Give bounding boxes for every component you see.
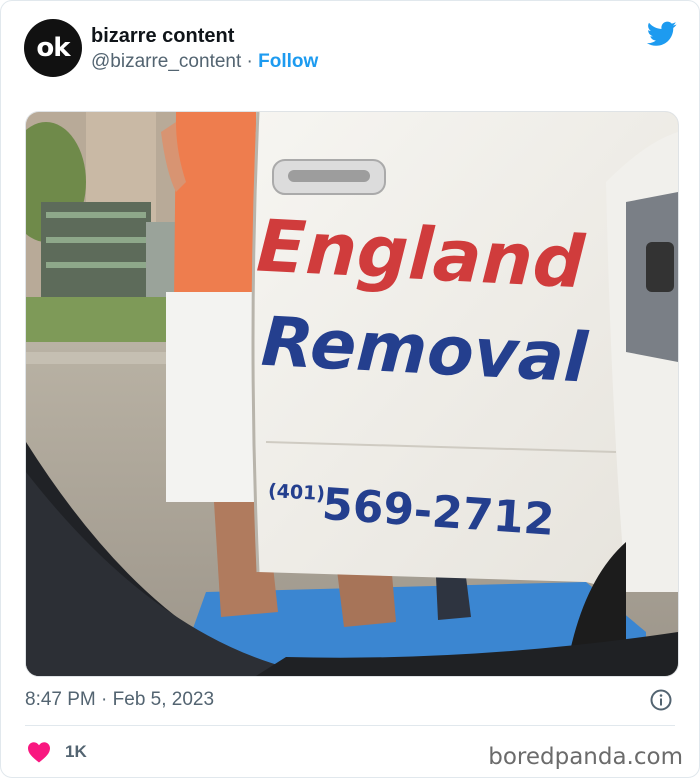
door-phone-area: (401): [267, 480, 325, 505]
like-button[interactable]: 1K: [27, 741, 87, 763]
divider: [25, 725, 675, 726]
tweet-photo[interactable]: England Removal (401) 569-2712: [25, 111, 679, 677]
twitter-bird-icon[interactable]: [647, 21, 677, 47]
avatar-text: ok: [36, 33, 70, 63]
follow-button[interactable]: Follow: [258, 51, 318, 72]
like-count: 1K: [65, 742, 87, 761]
timestamp-row[interactable]: 8:47 PM · Feb 5, 2023: [25, 689, 214, 711]
person-shirt: [174, 112, 256, 302]
info-icon[interactable]: [649, 688, 673, 712]
person-shorts: [166, 292, 266, 502]
time-separator: ·: [95, 689, 113, 710]
tweet-card: ok bizarre content @bizarre_content · Fo…: [0, 0, 700, 778]
display-name[interactable]: bizarre content: [91, 25, 234, 48]
avatar[interactable]: ok: [24, 19, 82, 77]
door-text-england: England: [255, 203, 588, 304]
heart-icon: [28, 742, 50, 763]
watermark: boredpanda.com: [488, 744, 683, 770]
tweet-time: 8:47 PM: [25, 689, 96, 710]
tweet-date: Feb 5, 2023: [112, 689, 215, 710]
handle-row: @bizarre_content · Follow: [91, 51, 318, 73]
handle[interactable]: @bizarre_content: [91, 51, 241, 72]
separator: ·: [241, 51, 259, 72]
photo-scene: England Removal (401) 569-2712: [26, 112, 678, 676]
